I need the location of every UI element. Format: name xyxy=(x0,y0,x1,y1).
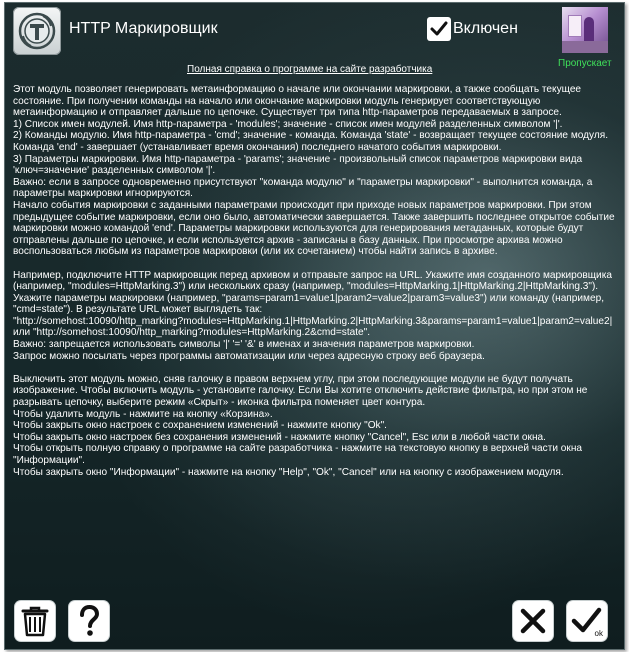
enabled-checkbox[interactable] xyxy=(427,17,451,41)
enabled-toggle[interactable]: Включен xyxy=(427,17,518,41)
module-preview-thumbnail[interactable] xyxy=(562,7,608,53)
window-title: HTTP Маркировщик xyxy=(69,20,218,37)
info-text: Этот модуль позволяет генерировать метаи… xyxy=(13,84,618,478)
t-logo-icon xyxy=(18,12,56,50)
enabled-label: Включен xyxy=(453,20,518,37)
status-badge: Пропускает xyxy=(558,58,612,69)
question-icon xyxy=(80,604,100,636)
info-paragraph-3: Выключить этот модуль можно, сняв галочк… xyxy=(13,373,588,478)
check-icon xyxy=(430,21,448,36)
help-button[interactable] xyxy=(69,601,109,641)
ok-label: ok xyxy=(594,629,603,638)
info-paragraph-2: Например, подключите HTTP маркировщик пе… xyxy=(13,269,613,362)
module-logo-button[interactable] xyxy=(13,7,61,55)
trash-icon xyxy=(21,606,49,637)
delete-button[interactable] xyxy=(15,601,55,641)
settings-window[interactable]: HTTP Маркировщик Включен Пропускает Полн… xyxy=(4,2,625,650)
close-icon xyxy=(520,608,546,634)
cancel-button[interactable] xyxy=(513,601,553,641)
info-paragraph-1: Этот модуль позволяет генерировать метаи… xyxy=(13,84,615,258)
full-help-link[interactable]: Полная справка о программе на сайте разр… xyxy=(187,64,432,75)
ok-button[interactable]: ok xyxy=(567,601,607,641)
